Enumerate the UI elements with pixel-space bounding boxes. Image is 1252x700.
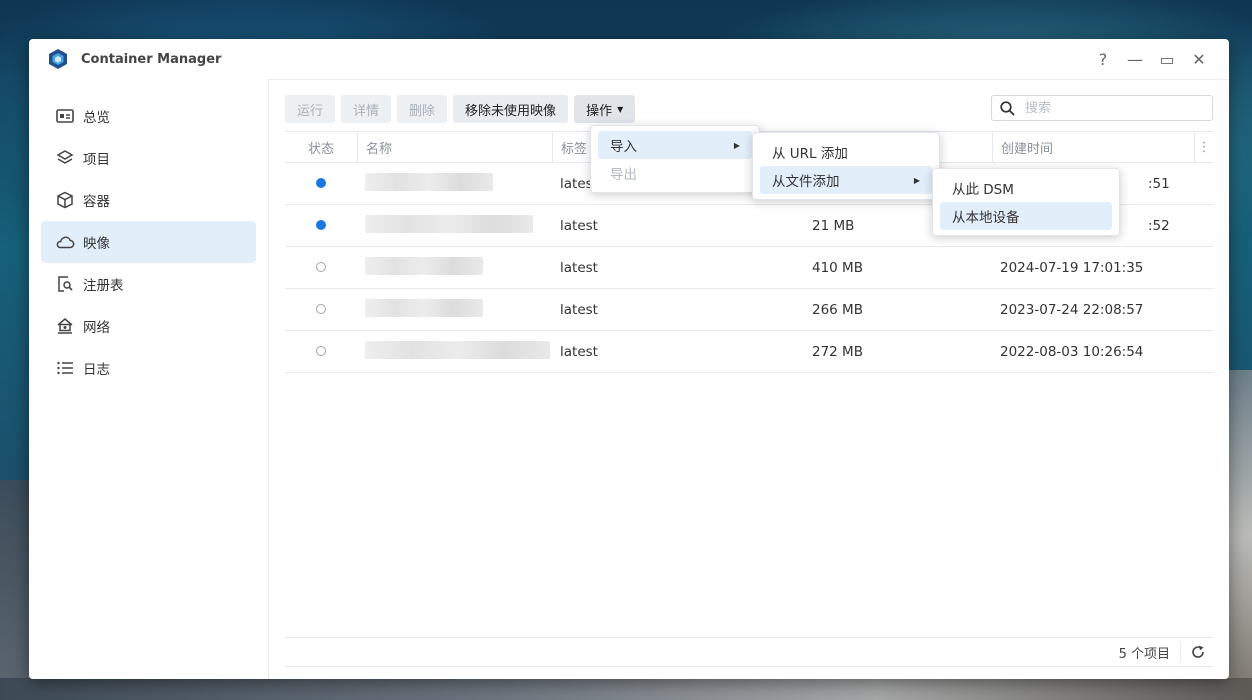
caret-down-icon: ▼ bbox=[617, 104, 624, 114]
menu-item-import[interactable]: 导入 ▶ bbox=[598, 131, 752, 159]
sidebar-item-label: 映像 bbox=[83, 236, 110, 252]
search-input[interactable] bbox=[1023, 99, 1197, 117]
action-dropdown-label: 操作 bbox=[586, 103, 613, 119]
sidebar-item-label: 总览 bbox=[83, 110, 110, 126]
container-manager-icon bbox=[49, 49, 67, 69]
sidebar-item-label: 项目 bbox=[83, 152, 110, 168]
menu-item-label: 从文件添加 bbox=[772, 174, 840, 190]
sidebar-item-containers[interactable]: 容器 bbox=[41, 179, 256, 221]
table-footer: 5 个项目 bbox=[285, 637, 1213, 667]
sidebar-item-label: 日志 bbox=[83, 362, 110, 378]
delete-button[interactable]: 删除 bbox=[397, 95, 448, 123]
menu-item-label: 导出 bbox=[610, 167, 637, 183]
sidebar-item-images[interactable]: 映像 bbox=[41, 221, 256, 263]
image-created: 2023-07-24 22:08:57 bbox=[1000, 301, 1144, 318]
menu-item-label: 导入 bbox=[610, 139, 637, 155]
image-name-redacted bbox=[365, 172, 493, 191]
maximize-icon[interactable]: ▭ bbox=[1151, 50, 1183, 69]
from-file-submenu: 从此 DSM 从本地设备 bbox=[932, 168, 1120, 236]
table-row[interactable]: latest 272 MB 2022-08-03 10:26:54 bbox=[285, 331, 1213, 373]
image-created: 2024-07-19 17:01:35 bbox=[1000, 259, 1144, 276]
app-window: Container Manager ? — ▭ ✕ 总览 项目 容器 映像 注册… bbox=[29, 39, 1229, 679]
image-size: 410 MB bbox=[812, 259, 863, 276]
table-row[interactable]: latest 266 MB 2023-07-24 22:08:57 bbox=[285, 289, 1213, 331]
image-tag: latest bbox=[560, 301, 598, 318]
action-menu: 导入 ▶ 导出 bbox=[590, 125, 760, 193]
search-icon bbox=[1000, 100, 1015, 116]
list-icon bbox=[55, 358, 75, 378]
cube-icon bbox=[55, 190, 75, 210]
action-dropdown-button[interactable]: 操作 ▼ bbox=[574, 95, 636, 123]
status-running-dot bbox=[316, 219, 326, 230]
menu-item-label: 从 URL 添加 bbox=[772, 146, 848, 162]
sidebar-item-label: 网络 bbox=[83, 320, 110, 336]
run-button[interactable]: 运行 bbox=[285, 95, 336, 123]
status-stopped-dot bbox=[316, 345, 326, 356]
network-house-icon bbox=[55, 316, 75, 336]
item-count: 5 个项目 bbox=[1118, 646, 1170, 662]
menu-item-label: 从本地设备 bbox=[952, 210, 1020, 226]
menu-item-from-url[interactable]: 从 URL 添加 bbox=[760, 138, 932, 166]
wallpaper-rock-bottom bbox=[0, 678, 1252, 700]
sidebar-item-label: 容器 bbox=[83, 194, 110, 210]
app-title: Container Manager bbox=[81, 51, 222, 67]
column-options-icon[interactable]: ⋮ bbox=[1194, 132, 1213, 162]
details-button[interactable]: 详情 bbox=[341, 95, 392, 123]
sidebar-item-label: 注册表 bbox=[83, 278, 124, 294]
image-name-redacted bbox=[365, 340, 550, 359]
menu-item-label: 从此 DSM bbox=[952, 182, 1014, 198]
image-tag: latest bbox=[560, 259, 598, 276]
remove-unused-images-button[interactable]: 移除未使用映像 bbox=[453, 95, 569, 123]
help-icon[interactable]: ? bbox=[1087, 50, 1119, 69]
image-size: 266 MB bbox=[812, 301, 863, 318]
sidebar-item-logs[interactable]: 日志 bbox=[41, 347, 256, 389]
toolbar: 运行 详情 删除 移除未使用映像 操作 ▼ bbox=[285, 95, 636, 123]
overview-icon bbox=[55, 106, 75, 126]
sidebar-item-projects[interactable]: 项目 bbox=[41, 137, 256, 179]
minimize-icon[interactable]: — bbox=[1119, 50, 1151, 69]
search-box[interactable] bbox=[991, 95, 1213, 121]
registry-search-icon bbox=[55, 274, 75, 294]
image-name-redacted bbox=[365, 256, 483, 275]
status-stopped-dot bbox=[316, 303, 326, 314]
cloud-icon bbox=[55, 232, 75, 252]
sidebar: 总览 项目 容器 映像 注册表 网络 日志 bbox=[29, 79, 269, 679]
chevron-right-icon: ▶ bbox=[913, 175, 920, 185]
layers-icon bbox=[55, 148, 75, 168]
image-tag: latest bbox=[560, 343, 598, 360]
table-row[interactable]: latest 410 MB 2024-07-19 17:01:35 bbox=[285, 247, 1213, 289]
header-status[interactable]: 状态 bbox=[285, 138, 357, 157]
image-size: 272 MB bbox=[812, 343, 863, 360]
import-submenu: 从 URL 添加 从文件添加 ▶ bbox=[752, 132, 940, 200]
sidebar-item-overview[interactable]: 总览 bbox=[41, 95, 256, 137]
close-icon[interactable]: ✕ bbox=[1183, 50, 1215, 69]
menu-item-from-dsm[interactable]: 从此 DSM bbox=[940, 174, 1112, 202]
image-tag: latest bbox=[560, 217, 598, 234]
image-created: 2022-08-03 10:26:54 bbox=[1000, 343, 1144, 360]
title-bar: Container Manager ? — ▭ ✕ bbox=[29, 39, 1229, 80]
sidebar-item-network[interactable]: 网络 bbox=[41, 305, 256, 347]
status-running-dot bbox=[316, 177, 326, 188]
chevron-right-icon: ▶ bbox=[733, 140, 740, 150]
status-stopped-dot bbox=[316, 261, 326, 272]
refresh-icon[interactable] bbox=[1191, 645, 1205, 659]
image-name-redacted bbox=[365, 214, 533, 233]
image-name-redacted bbox=[365, 298, 483, 317]
header-created[interactable]: 创建时间 bbox=[992, 132, 1194, 162]
menu-item-from-local-device[interactable]: 从本地设备 bbox=[940, 202, 1112, 230]
menu-item-export[interactable]: 导出 bbox=[598, 159, 752, 187]
header-name[interactable]: 名称 bbox=[357, 132, 552, 162]
sidebar-item-registry[interactable]: 注册表 bbox=[41, 263, 256, 305]
menu-item-from-file[interactable]: 从文件添加 ▶ bbox=[760, 166, 932, 194]
